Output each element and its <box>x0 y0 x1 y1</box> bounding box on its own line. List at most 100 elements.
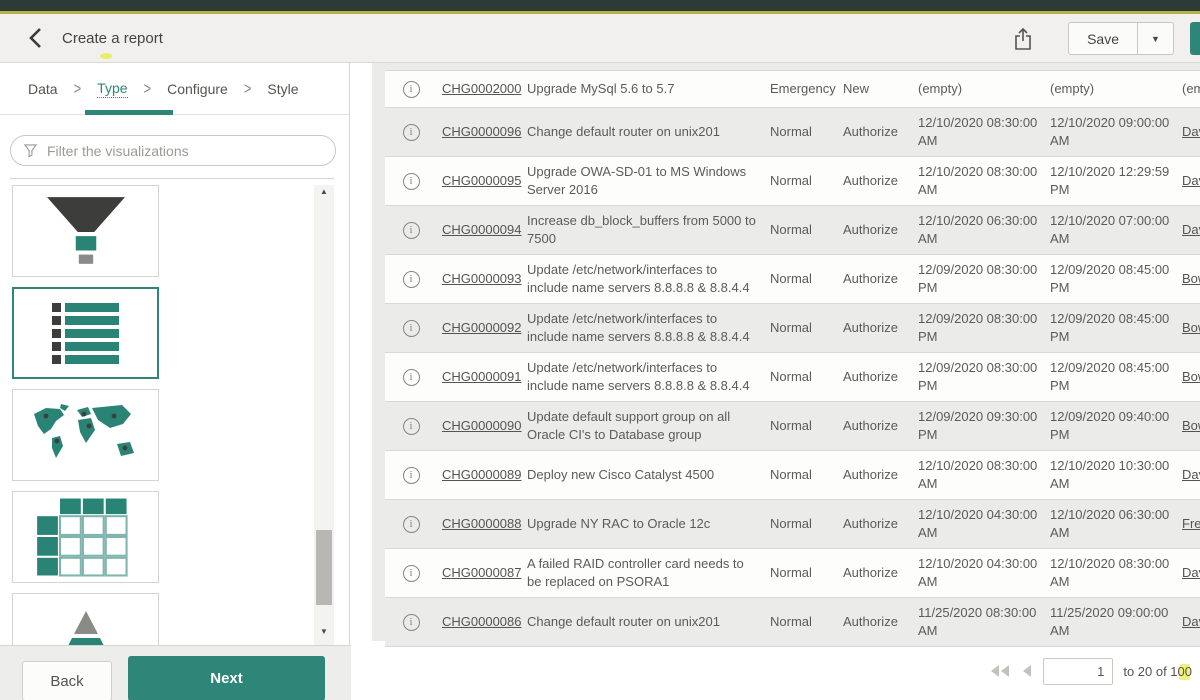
app-header: Create a report Save ▼ <box>0 14 1200 63</box>
planned-end-cell: 12/10/2020 07:00:00 AM <box>1050 208 1182 252</box>
table-left-gutter <box>372 63 385 641</box>
change-number-link[interactable]: CHG0000088 <box>437 511 527 537</box>
assigned-to-cell[interactable]: Fre <box>1182 511 1200 537</box>
wizard-footer: Back Next <box>0 645 351 700</box>
next-step-button[interactable]: Next <box>128 656 325 700</box>
primary-action-button-cutoff[interactable] <box>1190 22 1200 55</box>
step-configure[interactable]: Configure <box>167 81 228 97</box>
viz-option-pyramid[interactable] <box>12 593 159 645</box>
planned-end-cell: 12/10/2020 08:30:00 AM <box>1050 551 1182 595</box>
assigned-to-cell[interactable]: Dav <box>1182 560 1200 586</box>
assigned-to-cell[interactable]: Dav <box>1182 462 1200 488</box>
assigned-to-cell[interactable]: Dav <box>1182 168 1200 194</box>
assigned-to-cell[interactable]: Bow <box>1182 413 1200 439</box>
viz-option-list[interactable] <box>12 287 159 379</box>
table-header-cutoff <box>385 63 1200 71</box>
change-number-link[interactable]: CHG0000089 <box>437 462 527 488</box>
back-button[interactable] <box>22 24 50 52</box>
priority-cell: Normal <box>770 119 843 145</box>
state-cell: Authorize <box>843 315 918 341</box>
short-description-cell: A failed RAID controller card needs to b… <box>527 551 770 595</box>
state-cell: Authorize <box>843 511 918 537</box>
save-button[interactable]: Save <box>1069 23 1137 54</box>
assigned-to-cell[interactable]: Dav <box>1182 217 1200 243</box>
short-description-cell: Change default router on unix201 <box>527 119 770 145</box>
priority-cell: Normal <box>770 511 843 537</box>
share-button[interactable] <box>1008 24 1038 54</box>
info-icon[interactable]: i <box>403 369 420 386</box>
panel-scrollbar[interactable]: ▲ ▼ <box>314 185 334 645</box>
viz-option-heatmap-table[interactable] <box>12 491 159 583</box>
change-number-link[interactable]: CHG0000091 <box>437 364 527 390</box>
short-description-cell: Increase db_block_buffers from 5000 to 7… <box>527 208 770 252</box>
change-number-link[interactable]: CHG0000093 <box>437 266 527 292</box>
info-icon[interactable]: i <box>403 516 420 533</box>
state-cell: Authorize <box>843 462 918 488</box>
change-number-link[interactable]: CHG0000095 <box>437 168 527 194</box>
filter-input[interactable] <box>47 143 323 159</box>
short-description-cell: Change default router on unix201 <box>527 609 770 635</box>
pagination-bar: to 20 of 100 <box>980 655 1192 687</box>
visualization-list <box>12 185 162 645</box>
planned-end-cell: 12/09/2020 08:45:00 PM <box>1050 355 1182 399</box>
list-chart-icon <box>36 300 136 366</box>
change-number-link[interactable]: CHG0000096 <box>437 119 527 145</box>
change-number-link[interactable]: CHG0000092 <box>437 315 527 341</box>
row-range-label: to 20 of 100 <box>1123 664 1192 679</box>
back-step-button[interactable]: Back <box>22 661 112 700</box>
info-icon[interactable]: i <box>403 565 420 582</box>
scroll-up-icon[interactable]: ▲ <box>314 187 334 203</box>
short-description-cell: Update default support group on all Orac… <box>527 404 770 448</box>
info-icon[interactable]: i <box>403 614 420 631</box>
step-style[interactable]: Style <box>267 81 298 97</box>
assigned-to-cell[interactable]: Bow <box>1182 364 1200 390</box>
page-number-input[interactable] <box>1043 658 1113 685</box>
change-number-link[interactable]: CHG0000094 <box>437 217 527 243</box>
viz-option-map[interactable] <box>12 389 159 481</box>
funnel-chart-icon <box>31 191 141 271</box>
change-number-link[interactable]: CHG0000087 <box>437 560 527 586</box>
assigned-to-cell[interactable]: Bow <box>1182 266 1200 292</box>
assigned-to-cell[interactable]: Dav <box>1182 609 1200 635</box>
planned-start-cell: 12/10/2020 08:30:00 AM <box>918 110 1050 154</box>
chevron-separator-icon: > <box>74 79 82 98</box>
state-cell: Authorize <box>843 119 918 145</box>
step-type[interactable]: Type <box>97 80 127 98</box>
info-icon[interactable]: i <box>403 320 420 337</box>
change-number-link[interactable]: CHG0000090 <box>437 413 527 439</box>
viz-option-funnel[interactable] <box>12 185 159 277</box>
previous-page-button[interactable] <box>1021 664 1033 678</box>
priority-cell: Normal <box>770 168 843 194</box>
info-icon[interactable]: i <box>403 418 420 435</box>
assigned-to-cell[interactable]: (empty) <box>1182 76 1200 102</box>
table-row: i CHG0000089 Deploy new Cisco Catalyst 4… <box>385 451 1200 500</box>
step-data[interactable]: Data <box>28 81 58 97</box>
page-title: Create a report <box>62 30 163 47</box>
scroll-down-icon[interactable]: ▼ <box>314 627 334 643</box>
info-icon[interactable]: i <box>403 124 420 141</box>
save-dropdown-button[interactable]: ▼ <box>1137 23 1173 54</box>
priority-cell: Normal <box>770 462 843 488</box>
first-page-button[interactable] <box>989 664 1011 678</box>
assigned-to-cell[interactable]: Bow <box>1182 315 1200 341</box>
chevron-separator-icon: > <box>144 79 152 98</box>
info-icon[interactable]: i <box>403 271 420 288</box>
table-row: i CHG0000096 Change default router on un… <box>385 108 1200 157</box>
table-row: i CHG0000088 Upgrade NY RAC to Oracle 12… <box>385 500 1200 549</box>
priority-cell: Normal <box>770 413 843 439</box>
info-icon[interactable]: i <box>403 222 420 239</box>
info-icon[interactable]: i <box>403 173 420 190</box>
assigned-to-cell[interactable]: Dav <box>1182 119 1200 145</box>
caret-down-icon: ▼ <box>1151 34 1160 44</box>
short-description-cell: Update /etc/network/interfaces to includ… <box>527 306 770 350</box>
change-number-link[interactable]: CHG0002000 <box>437 76 527 102</box>
visualization-filter <box>10 135 336 166</box>
scrollbar-thumb[interactable] <box>316 530 332 605</box>
info-icon[interactable]: i <box>403 467 420 484</box>
info-icon[interactable]: i <box>403 81 420 98</box>
create-report-page: Create a report Save ▼ Data > Type > Con… <box>0 0 1200 700</box>
wizard-breadcrumb: Data > Type > Configure > Style <box>0 63 349 115</box>
change-number-link[interactable]: CHG0000086 <box>437 609 527 635</box>
planned-start-cell: (empty) <box>918 76 1050 102</box>
planned-start-cell: 12/09/2020 08:30:00 PM <box>918 306 1050 350</box>
